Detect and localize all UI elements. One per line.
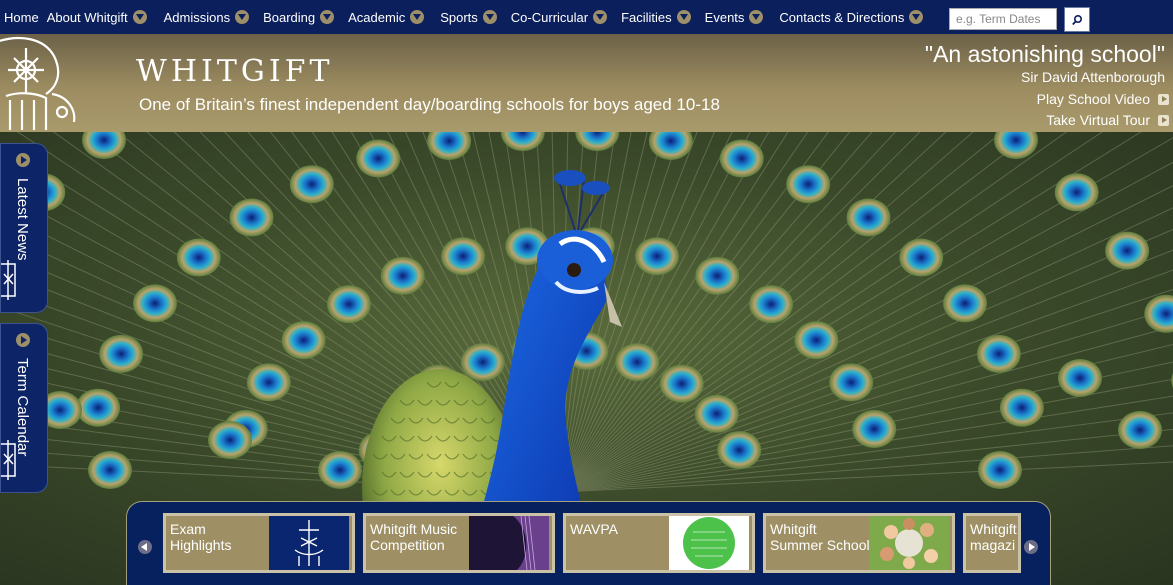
play-video-link[interactable]: Play School Video (1037, 91, 1169, 107)
carousel-prev-button[interactable] (138, 540, 152, 554)
card-title: Whitgift magazi (970, 521, 1017, 553)
card-title: Whitgift Music Competition (370, 521, 458, 553)
nav-academic[interactable]: Academic (344, 0, 428, 34)
crest-icon (1, 440, 16, 480)
chevron-down-icon (235, 10, 250, 24)
arrow-right-icon (1158, 114, 1169, 126)
nav-boarding[interactable]: Boarding (259, 0, 338, 34)
nav-home-label: Home (4, 9, 39, 25)
school-tagline: One of Britain’s finest independent day/… (139, 95, 720, 114)
virtual-tour-link[interactable]: Take Virtual Tour (1046, 112, 1169, 128)
nav-admissions[interactable]: Admissions (160, 0, 253, 34)
news-carousel: Exam Highlights Whitgift Music Competiti… (126, 501, 1051, 585)
chevron-down-icon (749, 10, 764, 24)
school-crest-logo[interactable] (0, 34, 78, 132)
quote-author: Sir David Attenborough (1021, 69, 1165, 85)
nav-admissions-label: Admissions (163, 9, 231, 25)
carousel-card-summer-school[interactable]: Whitgift Summer School (763, 513, 955, 573)
carousel-card-wavpa[interactable]: WAVPA (563, 513, 755, 573)
carousel-card-exam-highlights[interactable]: Exam Highlights (163, 513, 355, 573)
search-input[interactable] (949, 8, 1057, 30)
nav-sports[interactable]: Sports (436, 0, 501, 34)
virtual-tour-label: Take Virtual Tour (1046, 112, 1150, 128)
nav-boarding-label: Boarding (263, 9, 316, 25)
carousel-card-music-competition[interactable]: Whitgift Music Competition (363, 513, 555, 573)
card-title: Whitgift Summer School (770, 521, 870, 553)
nav-academic-label: Academic (348, 9, 406, 25)
site-header: WHITGIFT One of Britain’s finest indepen… (0, 34, 1173, 132)
search-button[interactable] (1064, 7, 1090, 32)
latest-news-label: Latest News (14, 178, 31, 261)
chevron-down-icon (676, 10, 691, 24)
chevron-down-icon (593, 10, 608, 24)
nav-contacts[interactable]: Contacts & Directions (775, 0, 927, 34)
nav-home[interactable]: Home (0, 0, 43, 34)
nav-events-label: Events (704, 9, 745, 25)
summer-school-thumbnail (869, 516, 949, 570)
arrow-right-icon (16, 153, 30, 167)
term-calendar-tab[interactable]: Term Calendar (0, 323, 48, 493)
nav-about[interactable]: About Whitgift (43, 0, 151, 34)
nav-facilities-label: Facilities (621, 9, 672, 25)
carousel-card-magazine[interactable]: Whitgift magazi (963, 513, 1021, 573)
nav-events[interactable]: Events (701, 0, 768, 34)
header-quote: "An astonishing school" (924, 41, 1165, 67)
arrow-right-icon (16, 333, 30, 347)
chevron-down-icon (482, 10, 497, 24)
nav-cocurricular[interactable]: Co-Curricular (507, 0, 611, 34)
crest-thumbnail (269, 516, 349, 570)
wavpa-logo-thumbnail (669, 516, 749, 570)
chevron-down-icon (909, 10, 924, 24)
school-wordmark[interactable]: WHITGIFT (136, 54, 334, 89)
nav-facilities[interactable]: Facilities (617, 0, 695, 34)
nav-cocurricular-label: Co-Curricular (510, 9, 589, 25)
card-title: WAVPA (570, 521, 618, 537)
nav-contacts-label: Contacts & Directions (779, 9, 905, 25)
latest-news-tab[interactable]: Latest News (0, 143, 48, 313)
violin-thumbnail (469, 516, 549, 570)
play-video-label: Play School Video (1036, 91, 1150, 107)
carousel-next-button[interactable] (1024, 540, 1038, 554)
chevron-down-icon (132, 10, 147, 24)
arrow-right-icon (1158, 93, 1169, 105)
nav-sports-label: Sports (440, 9, 478, 25)
nav-about-label: About Whitgift (46, 9, 128, 25)
chevron-down-icon (320, 10, 335, 24)
chevron-down-icon (410, 10, 425, 24)
card-title: Exam Highlights (170, 521, 232, 553)
search-icon (1072, 14, 1083, 25)
crest-icon (1, 260, 16, 300)
